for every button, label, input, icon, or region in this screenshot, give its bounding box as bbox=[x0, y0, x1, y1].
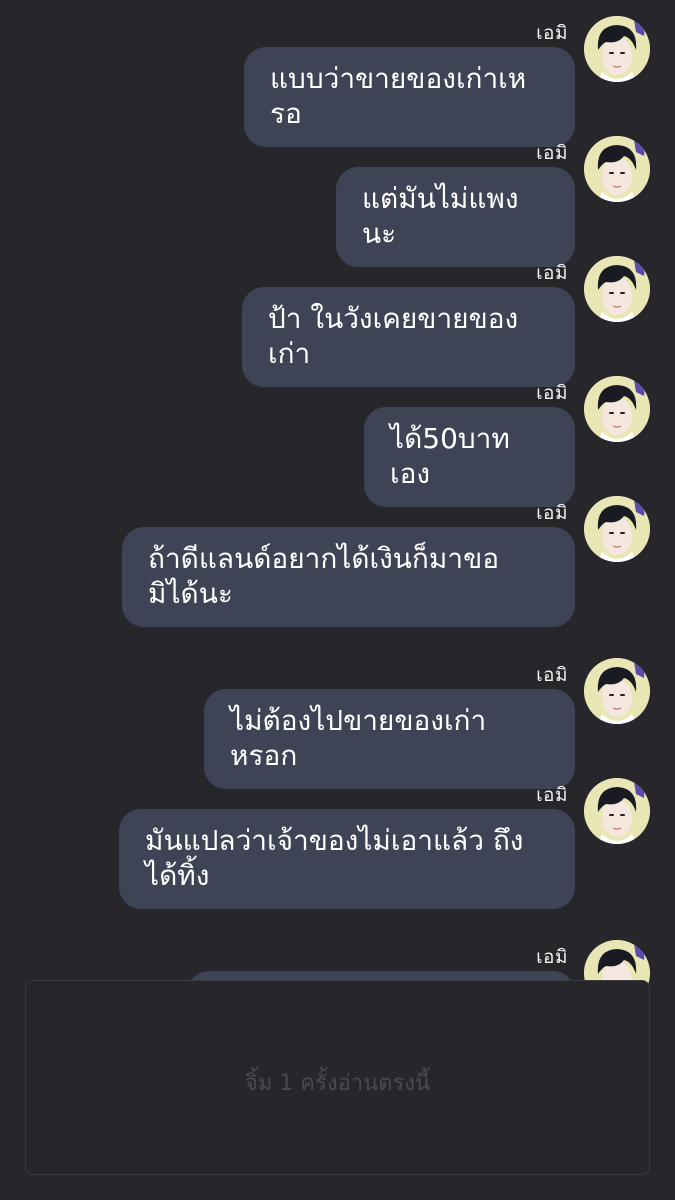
avatar-icon bbox=[584, 376, 650, 442]
sender-name: เอมิ bbox=[536, 502, 568, 524]
avatar[interactable] bbox=[584, 256, 650, 322]
avatar-icon bbox=[584, 136, 650, 202]
tap-to-read-panel[interactable]: จิ้ม 1 ครั้งอ่านตรงนี้ bbox=[25, 980, 650, 1175]
message-bubble[interactable]: ถ้าดีแลนด์อยากได้เงินก็มาขอมิได้นะ bbox=[122, 527, 575, 627]
message-bubble[interactable]: มันแปลว่าเจ้าของไม่เอาแล้ว ถึงได้ทิ้ง bbox=[119, 809, 575, 909]
avatar[interactable] bbox=[584, 658, 650, 724]
avatar[interactable] bbox=[584, 16, 650, 82]
avatar[interactable] bbox=[584, 376, 650, 442]
sender-name: เอมิ bbox=[536, 142, 568, 164]
tap-to-read-hint: จิ้ม 1 ครั้งอ่านตรงนี้ bbox=[244, 1071, 431, 1096]
sender-name: เอมิ bbox=[536, 664, 568, 686]
sender-name: เอมิ bbox=[536, 22, 568, 44]
avatar[interactable] bbox=[584, 778, 650, 844]
avatar[interactable] bbox=[584, 496, 650, 562]
message-bubble[interactable]: แต่มันไม่แพงนะ bbox=[336, 167, 575, 267]
message-bubble[interactable]: ไม่ต้องไปขายของเก่าหรอก bbox=[204, 689, 575, 789]
avatar-icon bbox=[584, 658, 650, 724]
sender-name: เอมิ bbox=[536, 946, 568, 968]
message-bubble[interactable]: ป้า ในวังเคยขายของเก่า bbox=[242, 287, 575, 387]
message-bubble[interactable]: แบบว่าขายของเก่าเหรอ bbox=[244, 47, 575, 147]
avatar-icon bbox=[584, 16, 650, 82]
sender-name: เอมิ bbox=[536, 784, 568, 806]
avatar-icon bbox=[584, 256, 650, 322]
avatar-icon bbox=[584, 778, 650, 844]
sender-name: เอมิ bbox=[536, 262, 568, 284]
message-bubble[interactable]: ได้50บาทเอง bbox=[364, 407, 575, 507]
avatar[interactable] bbox=[584, 136, 650, 202]
sender-name: เอมิ bbox=[536, 382, 568, 404]
avatar-icon bbox=[584, 496, 650, 562]
chat-screen: เอมิ แบบว่าขายของเก่าเหรอ เอมิ แต่มันไม่… bbox=[0, 0, 675, 1200]
